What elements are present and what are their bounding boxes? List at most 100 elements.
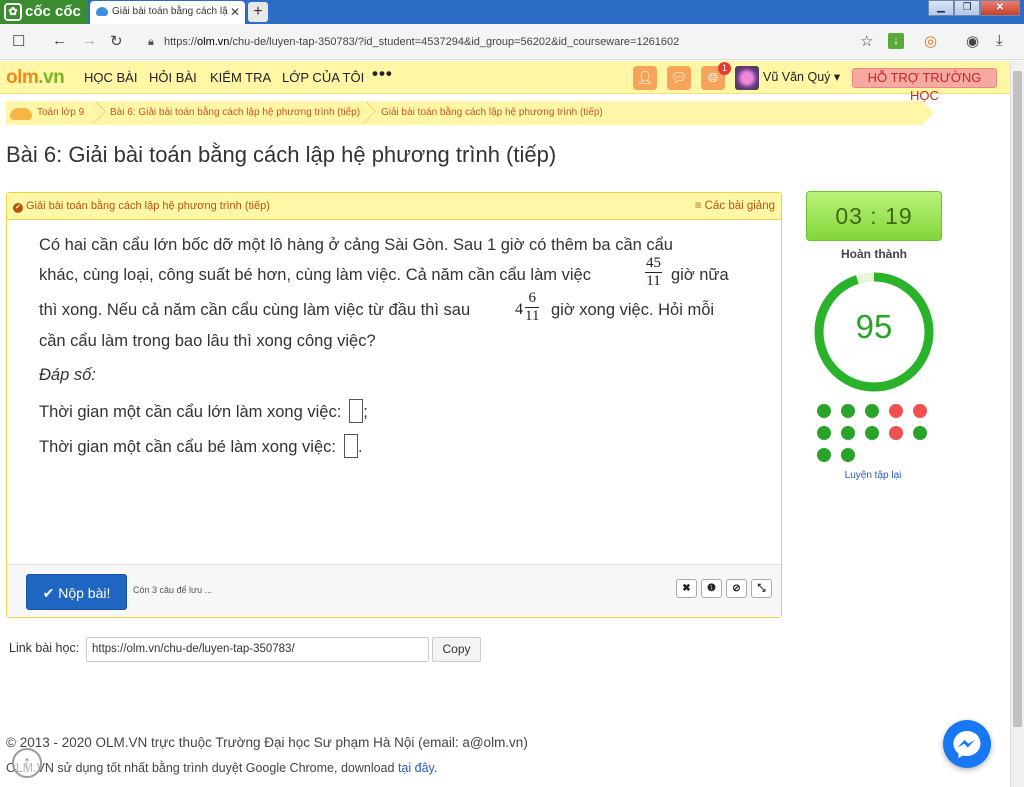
downloads-icon[interactable]: ⤓ bbox=[996, 32, 1003, 49]
lock-icon: 🔒︎ bbox=[148, 36, 154, 48]
messages-icon[interactable]: 💬︎ bbox=[667, 66, 691, 90]
sidebar-toggle-icon[interactable]: ☐ bbox=[12, 32, 25, 50]
result-dot-correct[interactable] bbox=[913, 426, 927, 440]
fraction-6-11: 6 11 bbox=[525, 290, 540, 325]
nav-hoi-bai[interactable]: HỎI BÀI bbox=[149, 70, 197, 85]
panel-footer: ✔ Nộp bài! Còn 3 câu để lưu ... ✖ ❶ ⊘ ⤡ bbox=[7, 564, 781, 617]
question-line-3-end: giờ xong việc. Hỏi mỗi bbox=[551, 301, 715, 319]
result-dot-wrong[interactable] bbox=[889, 426, 903, 440]
page-scrollbar[interactable] bbox=[1010, 61, 1024, 787]
olm-favicon-icon bbox=[96, 7, 108, 16]
bookmark-star-icon[interactable]: ☆ bbox=[860, 32, 873, 50]
download-link[interactable]: tại đây bbox=[398, 761, 434, 775]
copy-button[interactable]: Copy bbox=[432, 637, 481, 662]
lesson-link-input[interactable]: https://olm.vn/chu-de/luyen-tap-350783/ bbox=[86, 637, 429, 662]
result-dot-correct[interactable] bbox=[817, 448, 831, 462]
footer-browser-note: OLM.VN sử dụng tốt nhất bằng trình duyệt… bbox=[6, 761, 437, 775]
logo-olm: olm bbox=[6, 67, 39, 88]
browser-brand-label: cốc cốc bbox=[25, 3, 81, 20]
user-avatar[interactable] bbox=[735, 66, 759, 90]
answer-row-2: Thời gian một cần cẩu bé làm xong việc:. bbox=[39, 434, 363, 458]
close-tab-icon[interactable]: ✕ bbox=[230, 1, 240, 23]
olm-logo[interactable]: olm.vn bbox=[6, 67, 65, 89]
panel-header-title: ✔ Giải bài toán bằng cách lập hệ phương t… bbox=[13, 200, 270, 213]
add-friend-icon[interactable]: 👤︎ bbox=[633, 66, 657, 90]
block-tool-icon[interactable]: ⊘ bbox=[726, 579, 747, 598]
forward-icon[interactable]: → bbox=[82, 32, 97, 49]
result-dot-correct[interactable] bbox=[865, 404, 879, 418]
lectures-link[interactable]: ≡ Các bài giảng bbox=[695, 200, 775, 212]
result-dot-correct[interactable] bbox=[841, 404, 855, 418]
answer-2-label: Thời gian một cần cẩu bé làm xong việc: bbox=[39, 438, 336, 456]
address-bar[interactable]: 🔒︎ https://olm.vn/chu-de/luyen-tap-35078… bbox=[140, 31, 855, 53]
check-circle-icon: ✔ bbox=[13, 203, 23, 213]
answer-row-1: Thời gian một cần cẩu lớn làm xong việc:… bbox=[39, 399, 368, 423]
maximize-button[interactable]: ❐ bbox=[954, 0, 980, 16]
question-line-1: Có hai cần cẩu lớn bốc dỡ một lô hàng ở … bbox=[39, 236, 673, 254]
coccoc-extension-icon[interactable]: ◎ bbox=[924, 32, 937, 50]
breadcrumb: Toán lớp 9 Bài 6: Giải bài toán bằng các… bbox=[6, 101, 934, 125]
window-controls: ▁ ❐ ✕ bbox=[928, 0, 1020, 16]
messenger-icon[interactable] bbox=[943, 720, 991, 768]
download-extension-icon[interactable]: ↓ bbox=[888, 33, 904, 49]
user-menu[interactable]: Vũ Văn Quý ▾ bbox=[763, 69, 840, 84]
result-dot-correct[interactable] bbox=[817, 404, 831, 418]
lesson-link-label: Link bài học: bbox=[9, 641, 80, 655]
answer-2-punct: . bbox=[357, 438, 363, 456]
scrollbar-thumb[interactable] bbox=[1013, 71, 1022, 727]
browser-brand[interactable]: ✿ cốc cốc bbox=[0, 0, 88, 24]
result-dot-correct[interactable] bbox=[817, 426, 831, 440]
support-schools-button[interactable]: HỖ TRỢ TRƯỜNG HỌC bbox=[852, 68, 997, 103]
logo-vn: .vn bbox=[38, 67, 65, 88]
result-dot-wrong[interactable] bbox=[913, 404, 927, 418]
tool-buttons: ✖ ❶ ⊘ ⤡ bbox=[676, 579, 772, 598]
retry-link[interactable]: Luyện tập lại bbox=[806, 470, 940, 481]
url-prefix: https:// bbox=[164, 36, 198, 48]
close-window-button[interactable]: ✕ bbox=[980, 0, 1020, 16]
back-icon[interactable]: ← bbox=[52, 32, 67, 49]
question-line-2-end: giờ nữa bbox=[671, 266, 729, 284]
result-dot-wrong[interactable] bbox=[889, 404, 903, 418]
browser-tab-bar: ✿ cốc cốc Giải bài toán bằng cách lậ ✕ +… bbox=[0, 0, 1024, 24]
page-title: Bài 6: Giải bài toán bằng cách lập hệ ph… bbox=[6, 142, 557, 167]
coccoc-logo-icon: ✿ bbox=[4, 3, 22, 21]
close-tool-icon[interactable]: ✖ bbox=[676, 579, 697, 598]
answer-2-input[interactable] bbox=[343, 434, 358, 458]
breadcrumb-item-topic[interactable]: Giải bài toán bằng cách lập hệ phương tr… bbox=[381, 101, 603, 125]
breadcrumb-item-lesson[interactable]: Bài 6: Giải bài toán bằng cách lập hệ ph… bbox=[110, 101, 360, 125]
mixed-number-integer: 4 bbox=[515, 301, 523, 318]
score-value: 95 bbox=[855, 308, 893, 345]
answer-1-input[interactable] bbox=[349, 399, 364, 423]
fullscreen-tool-icon[interactable]: ⤡ bbox=[751, 579, 772, 598]
panel-header: ✔ Giải bài toán bằng cách lập hệ phương t… bbox=[7, 193, 781, 220]
info-tool-icon[interactable]: ❶ bbox=[701, 579, 722, 598]
result-dot-correct[interactable] bbox=[841, 448, 855, 462]
question-line-3: thì xong. Nếu cả năm cần cẩu cùng làm vi… bbox=[39, 301, 471, 319]
completion-status: Hoàn thành bbox=[841, 247, 907, 261]
profile-icon[interactable]: ◉ bbox=[966, 32, 979, 50]
scroll-top-icon[interactable]: ↑ bbox=[12, 748, 42, 778]
nav-lop-cua-toi[interactable]: LỚP CỦA TÔI bbox=[282, 70, 364, 85]
submit-button[interactable]: ✔ Nộp bài! bbox=[26, 574, 127, 610]
result-dot-correct[interactable] bbox=[841, 426, 855, 440]
result-dot-correct[interactable] bbox=[865, 426, 879, 440]
nav-kiem-tra[interactable]: KIỂM TRA bbox=[210, 70, 271, 85]
reload-icon[interactable]: ↻ bbox=[110, 32, 123, 50]
browser-tab-active[interactable]: Giải bài toán bằng cách lậ ✕ bbox=[90, 1, 245, 24]
footer-copyright: © 2013 - 2020 OLM.VN trực thuộc Trường Đ… bbox=[6, 735, 528, 750]
fraction-45-11: 45 11 bbox=[645, 255, 662, 290]
footer-note-end: . bbox=[433, 761, 438, 775]
nav-more-menu[interactable]: ••• bbox=[372, 64, 393, 84]
minimize-button[interactable]: ▁ bbox=[928, 0, 954, 16]
breadcrumb-separator bbox=[92, 101, 104, 125]
new-tab-button[interactable]: + bbox=[248, 2, 268, 22]
answer-1-punct: ; bbox=[363, 403, 368, 421]
question-line-4: cần cẩu làm trong bao lâu thì xong công … bbox=[39, 332, 376, 350]
question-line-2: khác, cùng loại, công suất bé hơn, cùng … bbox=[39, 266, 591, 285]
exercise-panel: ✔ Giải bài toán bằng cách lập hệ phương t… bbox=[6, 192, 782, 618]
nav-hoc-bai[interactable]: HỌC BÀI bbox=[84, 70, 137, 85]
url-path: /chu-de/luyen-tap-350783/?id_student=453… bbox=[229, 36, 680, 48]
breadcrumb-item-grade[interactable]: Toán lớp 9 bbox=[37, 101, 84, 125]
timer: 03 : 19 bbox=[806, 191, 942, 241]
footer-note-text: OLM.VN sử dụng tốt nhất bằng trình duyệt… bbox=[6, 761, 395, 775]
